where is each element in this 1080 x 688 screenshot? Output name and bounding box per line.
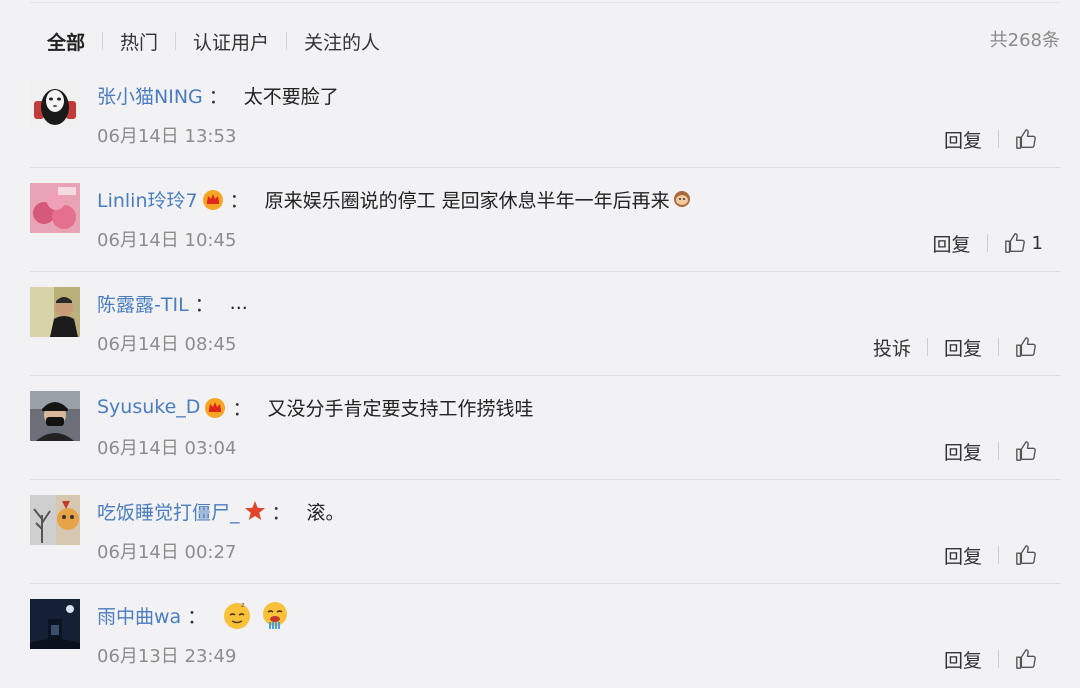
tab-divider <box>175 32 177 50</box>
timestamp: 06月14日 13:53 <box>97 126 237 147</box>
comment-line: Syusuke_D ： 又没分手肯定要支持工作捞钱哇 <box>97 391 533 423</box>
action-divider <box>998 130 999 148</box>
avatar[interactable] <box>30 183 80 233</box>
timestamp: 06月14日 08:45 <box>97 334 237 355</box>
row-divider <box>30 167 1060 168</box>
username[interactable]: Linlin玲玲7 <box>97 186 198 213</box>
monkey-emoji-icon <box>673 191 690 207</box>
reply-button[interactable]: 回复 <box>944 542 982 569</box>
sleepy-emoji-icon: z <box>224 601 251 629</box>
timestamp: 06月14日 10:45 <box>97 230 237 251</box>
action-divider <box>998 546 999 564</box>
username[interactable]: 雨中曲wa <box>97 602 181 629</box>
action-divider <box>998 650 999 668</box>
reply-button[interactable]: 回复 <box>944 646 982 673</box>
comment-item: 雨中曲wa ： z 06月13日 23:49 回复 <box>30 585 1060 688</box>
report-button[interactable]: 投诉 <box>873 334 911 361</box>
colon: ： <box>187 605 207 628</box>
avatar[interactable] <box>30 287 80 337</box>
colon: ： <box>194 293 214 316</box>
comment-text: 又没分手肯定要支持工作捞钱哇 <box>267 397 534 420</box>
avatar[interactable] <box>30 495 80 545</box>
colon: ： <box>229 189 249 212</box>
comment-item: 吃饭睡觉打僵尸_ ： 滚。 06月14日 00:27 回复 <box>30 481 1060 584</box>
comment-line: Linlin玲玲7 ： 原来娱乐圈说的停工 是回家休息半年一年后再来 <box>97 183 692 215</box>
reply-button[interactable]: 回复 <box>944 438 982 465</box>
comment-actions: 回复 <box>944 540 1043 570</box>
username[interactable]: Syusuke_D <box>97 396 200 418</box>
username[interactable]: 吃饭睡觉打僵尸_ <box>97 498 240 525</box>
timestamp: 06月13日 23:49 <box>97 646 237 667</box>
like-button[interactable] <box>1015 128 1043 150</box>
crown-vip-icon <box>205 398 226 418</box>
comment-line: 陈露露-TIL ： ... <box>97 287 248 319</box>
reply-button[interactable]: 回复 <box>944 126 982 153</box>
thumbs-up-icon <box>1016 337 1036 357</box>
comment-actions: 投诉 回复 <box>873 332 1043 362</box>
comment-text: 原来娱乐圈说的停工 是回家休息半年一年后再来 <box>264 189 670 212</box>
comment-text: ... <box>229 292 248 314</box>
action-divider <box>926 338 928 356</box>
row-divider <box>30 375 1060 376</box>
action-divider <box>986 234 988 252</box>
like-count: 1 <box>1031 232 1043 254</box>
colon: ： <box>232 397 252 420</box>
row-divider <box>30 271 1060 272</box>
reply-button[interactable]: 回复 <box>933 230 971 257</box>
like-button[interactable]: 1 <box>1004 232 1043 254</box>
comment-actions: 回复 <box>944 644 1043 674</box>
thumbs-up-icon <box>1016 129 1036 149</box>
comment-panel: 全部 热门 认证用户 关注的人 共268条 张小猫NING ： 太不要脸了 06… <box>30 0 1060 683</box>
comment-item: 张小猫NING ： 太不要脸了 06月14日 13:53 回复 <box>30 65 1060 168</box>
username[interactable]: 张小猫NING <box>97 82 203 109</box>
thumbs-up-icon <box>1016 545 1036 565</box>
row-divider <box>30 583 1060 584</box>
comment-actions: 回复 1 <box>933 228 1043 258</box>
tab-hot[interactable]: 热门 <box>120 28 158 55</box>
timestamp: 06月14日 00:27 <box>97 542 237 563</box>
reply-button[interactable]: 回复 <box>944 334 982 361</box>
comment-text: 滚。 <box>306 501 345 524</box>
comment-actions: 回复 <box>944 124 1043 154</box>
comment-line: 雨中曲wa ： z <box>97 599 298 631</box>
like-button[interactable] <box>1015 336 1043 358</box>
tab-divider <box>286 32 288 50</box>
svg-text:z: z <box>241 601 245 609</box>
tab-all[interactable]: 全部 <box>47 28 85 55</box>
comment-line: 张小猫NING ： 太不要脸了 <box>97 79 339 111</box>
timestamp: 06月14日 03:04 <box>97 438 237 459</box>
row-divider <box>30 479 1060 480</box>
avatar[interactable] <box>30 391 80 441</box>
crown-vip-icon <box>202 190 223 210</box>
colon: ： <box>271 501 291 524</box>
tab-verified[interactable]: 认证用户 <box>193 28 269 55</box>
filter-tabs: 全部 热门 认证用户 关注的人 <box>47 26 380 56</box>
colon: ： <box>208 85 228 108</box>
tab-following[interactable]: 关注的人 <box>304 28 380 55</box>
comment-item: Linlin玲玲7 ： 原来娱乐圈说的停工 是回家休息半年一年后再来 06月14… <box>30 169 1060 272</box>
action-divider <box>998 442 999 460</box>
tab-divider <box>102 32 104 50</box>
comment-line: 吃饭睡觉打僵尸_ ： 滚。 <box>97 495 345 527</box>
avatar[interactable] <box>30 79 80 129</box>
like-button[interactable] <box>1015 440 1043 462</box>
username[interactable]: 陈露露-TIL <box>97 290 189 317</box>
comment-actions: 回复 <box>944 436 1043 466</box>
thumbs-up-icon <box>1016 649 1036 669</box>
thumbs-up-icon <box>1004 233 1025 253</box>
action-divider <box>998 338 999 356</box>
thumbs-up-icon <box>1016 441 1036 461</box>
comment-item: 陈露露-TIL ： ... 06月14日 08:45 投诉 回复 <box>30 273 1060 376</box>
avatar[interactable] <box>30 599 80 649</box>
top-divider <box>30 2 1060 3</box>
comment-item: Syusuke_D ： 又没分手肯定要支持工作捞钱哇 06月14日 03:04 … <box>30 377 1060 480</box>
total-count: 共268条 <box>989 30 1060 51</box>
drool-emoji-icon <box>263 602 288 629</box>
like-button[interactable] <box>1015 544 1043 566</box>
comment-text: 太不要脸了 <box>243 85 339 108</box>
like-button[interactable] <box>1015 648 1043 670</box>
red-star-icon <box>244 501 265 520</box>
